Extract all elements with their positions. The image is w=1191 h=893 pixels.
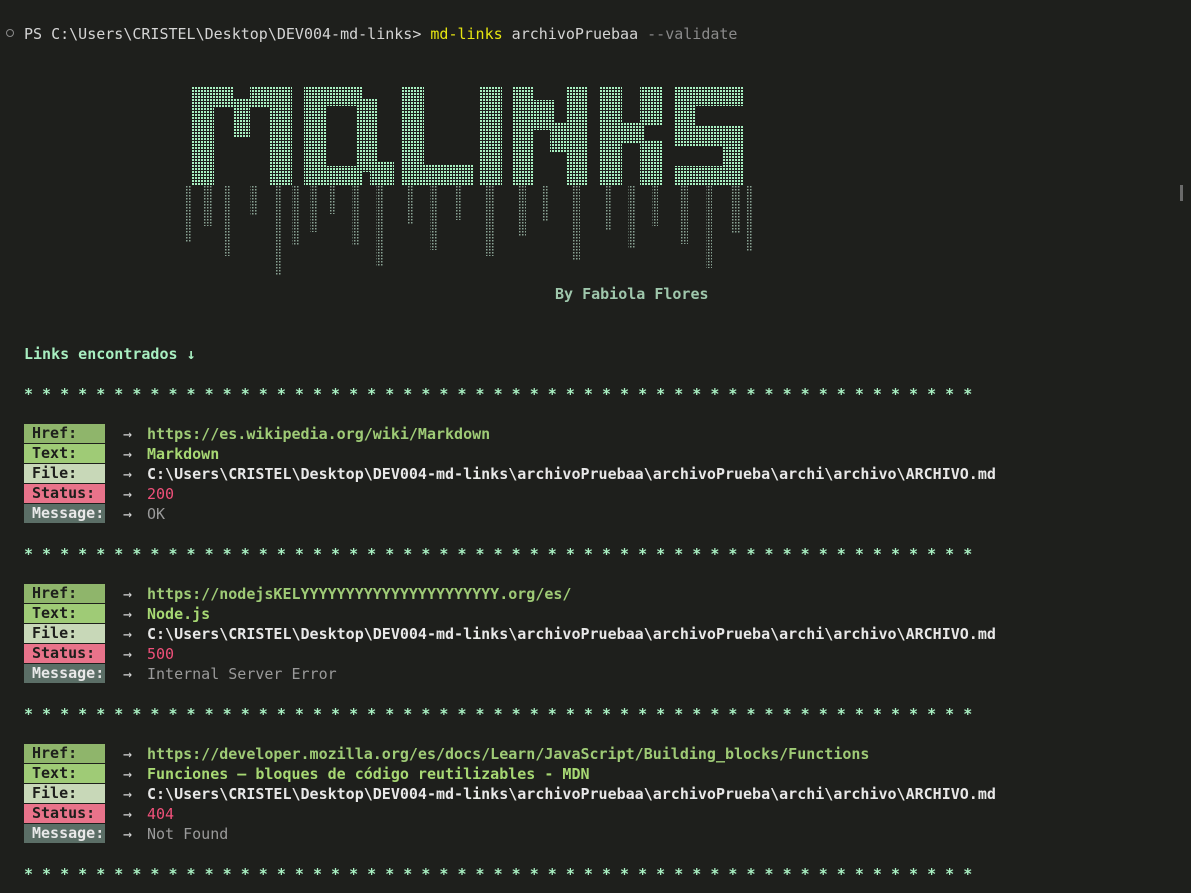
- status-value: 200: [147, 485, 175, 503]
- logo-letters: [192, 86, 744, 186]
- status-label: Status:: [24, 484, 105, 503]
- links-found-header: Links encontrados ↓: [24, 345, 196, 363]
- status-value: 404: [147, 805, 175, 823]
- arrow-icon: →: [123, 465, 133, 483]
- file-row: File: → C:\Users\CRISTEL\Desktop\DEV004-md…: [24, 784, 996, 804]
- message-label: Message:: [24, 664, 105, 683]
- file-label: File:: [24, 464, 105, 483]
- separator: * * * * * * * * * * * * * * * * * * * * …: [24, 705, 973, 723]
- text-label: Text:: [24, 764, 105, 783]
- message-value: OK: [147, 505, 166, 523]
- text-row: Text: → Node.js: [24, 604, 996, 624]
- author-byline: By Fabiola Flores: [555, 285, 709, 303]
- href-value[interactable]: https://es.wikipedia.org/wiki/Markdown: [147, 425, 490, 443]
- command-line[interactable]: PS C:\Users\CRISTEL\Desktop\DEV004-md-li…: [24, 24, 737, 44]
- status-value: 500: [147, 645, 175, 663]
- href-label: Href:: [24, 424, 105, 443]
- arrow-icon: →: [123, 665, 133, 683]
- file-row: File: → C:\Users\CRISTEL\Desktop\DEV004-md…: [24, 624, 996, 644]
- message-row: Message: → Not Found: [24, 824, 996, 844]
- separator: * * * * * * * * * * * * * * * * * * * * …: [24, 385, 973, 403]
- href-label: Href:: [24, 744, 105, 763]
- file-value[interactable]: C:\Users\CRISTEL\Desktop\DEV004-md-links…: [147, 625, 996, 643]
- arrow-icon: →: [123, 445, 133, 463]
- command-argument: archivoPruebaa: [502, 25, 639, 43]
- command-name: md-links: [430, 25, 503, 43]
- file-label: File:: [24, 784, 105, 803]
- arrow-icon: →: [123, 485, 133, 503]
- prompt-prefix: PS C:\Users\CRISTEL\Desktop\DEV004-md-li…: [24, 25, 431, 43]
- arrow-icon: →: [123, 785, 133, 803]
- text-label: Text:: [24, 444, 105, 463]
- status-row: Status: → 500: [24, 644, 996, 664]
- href-row: Href: → https://developer.mozilla.org/es/d…: [24, 744, 996, 764]
- href-value[interactable]: https://developer.mozilla.org/es/docs/Le…: [147, 745, 869, 763]
- prompt-status-icon: [6, 29, 14, 37]
- link-result: Href: → https://nodejsKELYYYYYYYYYYYYYYYYY…: [24, 584, 996, 684]
- file-value[interactable]: C:\Users\CRISTEL\Desktop\DEV004-md-links…: [147, 465, 996, 483]
- arrow-icon: →: [123, 625, 133, 643]
- arrow-icon: →: [123, 805, 133, 823]
- link-result: Href: → https://es.wikipedia.org/wiki/Mark…: [24, 424, 996, 524]
- file-value[interactable]: C:\Users\CRISTEL\Desktop\DEV004-md-links…: [147, 785, 996, 803]
- href-value[interactable]: https://nodejsKELYYYYYYYYYYYYYYYYYYYYYY.…: [147, 585, 571, 603]
- status-row: Status: → 200: [24, 484, 996, 504]
- arrow-icon: →: [123, 745, 133, 763]
- status-row: Status: → 404: [24, 804, 996, 824]
- href-row: Href: → https://nodejsKELYYYYYYYYYYYYYYYYY…: [24, 584, 996, 604]
- scrollbar-thumb[interactable]: [1180, 185, 1183, 201]
- command-flag: --validate: [638, 25, 738, 43]
- link-result: Href: → https://developer.mozilla.org/es/d…: [24, 744, 996, 844]
- text-value: Markdown: [147, 445, 220, 463]
- logo-drips: [186, 186, 752, 276]
- text-value: Funciones — bloques de código reutilizab…: [147, 765, 590, 783]
- arrow-icon: →: [123, 505, 133, 523]
- text-value: Node.js: [147, 605, 211, 623]
- separator: * * * * * * * * * * * * * * * * * * * * …: [24, 865, 973, 883]
- message-label: Message:: [24, 504, 105, 523]
- text-row: Text: → Funciones — bloques de código reut…: [24, 764, 996, 784]
- text-row: Text: → Markdown: [24, 444, 996, 464]
- message-row: Message: → OK: [24, 504, 996, 524]
- arrow-icon: →: [123, 585, 133, 603]
- arrow-icon: →: [123, 765, 133, 783]
- md-links-ascii-logo: [186, 86, 752, 276]
- separator: * * * * * * * * * * * * * * * * * * * * …: [24, 545, 973, 563]
- arrow-icon: →: [123, 425, 133, 443]
- arrow-icon: →: [123, 605, 133, 623]
- href-row: Href: → https://es.wikipedia.org/wiki/Mark…: [24, 424, 996, 444]
- status-label: Status:: [24, 804, 105, 823]
- arrow-icon: →: [123, 645, 133, 663]
- message-value: Not Found: [147, 825, 229, 843]
- file-row: File: → C:\Users\CRISTEL\Desktop\DEV004-md…: [24, 464, 996, 484]
- message-value: Internal Server Error: [147, 665, 337, 683]
- message-row: Message: → Internal Server Error: [24, 664, 996, 684]
- arrow-icon: →: [123, 825, 133, 843]
- file-label: File:: [24, 624, 105, 643]
- href-label: Href:: [24, 584, 105, 603]
- status-label: Status:: [24, 644, 105, 663]
- text-label: Text:: [24, 604, 105, 623]
- message-label: Message:: [24, 824, 105, 843]
